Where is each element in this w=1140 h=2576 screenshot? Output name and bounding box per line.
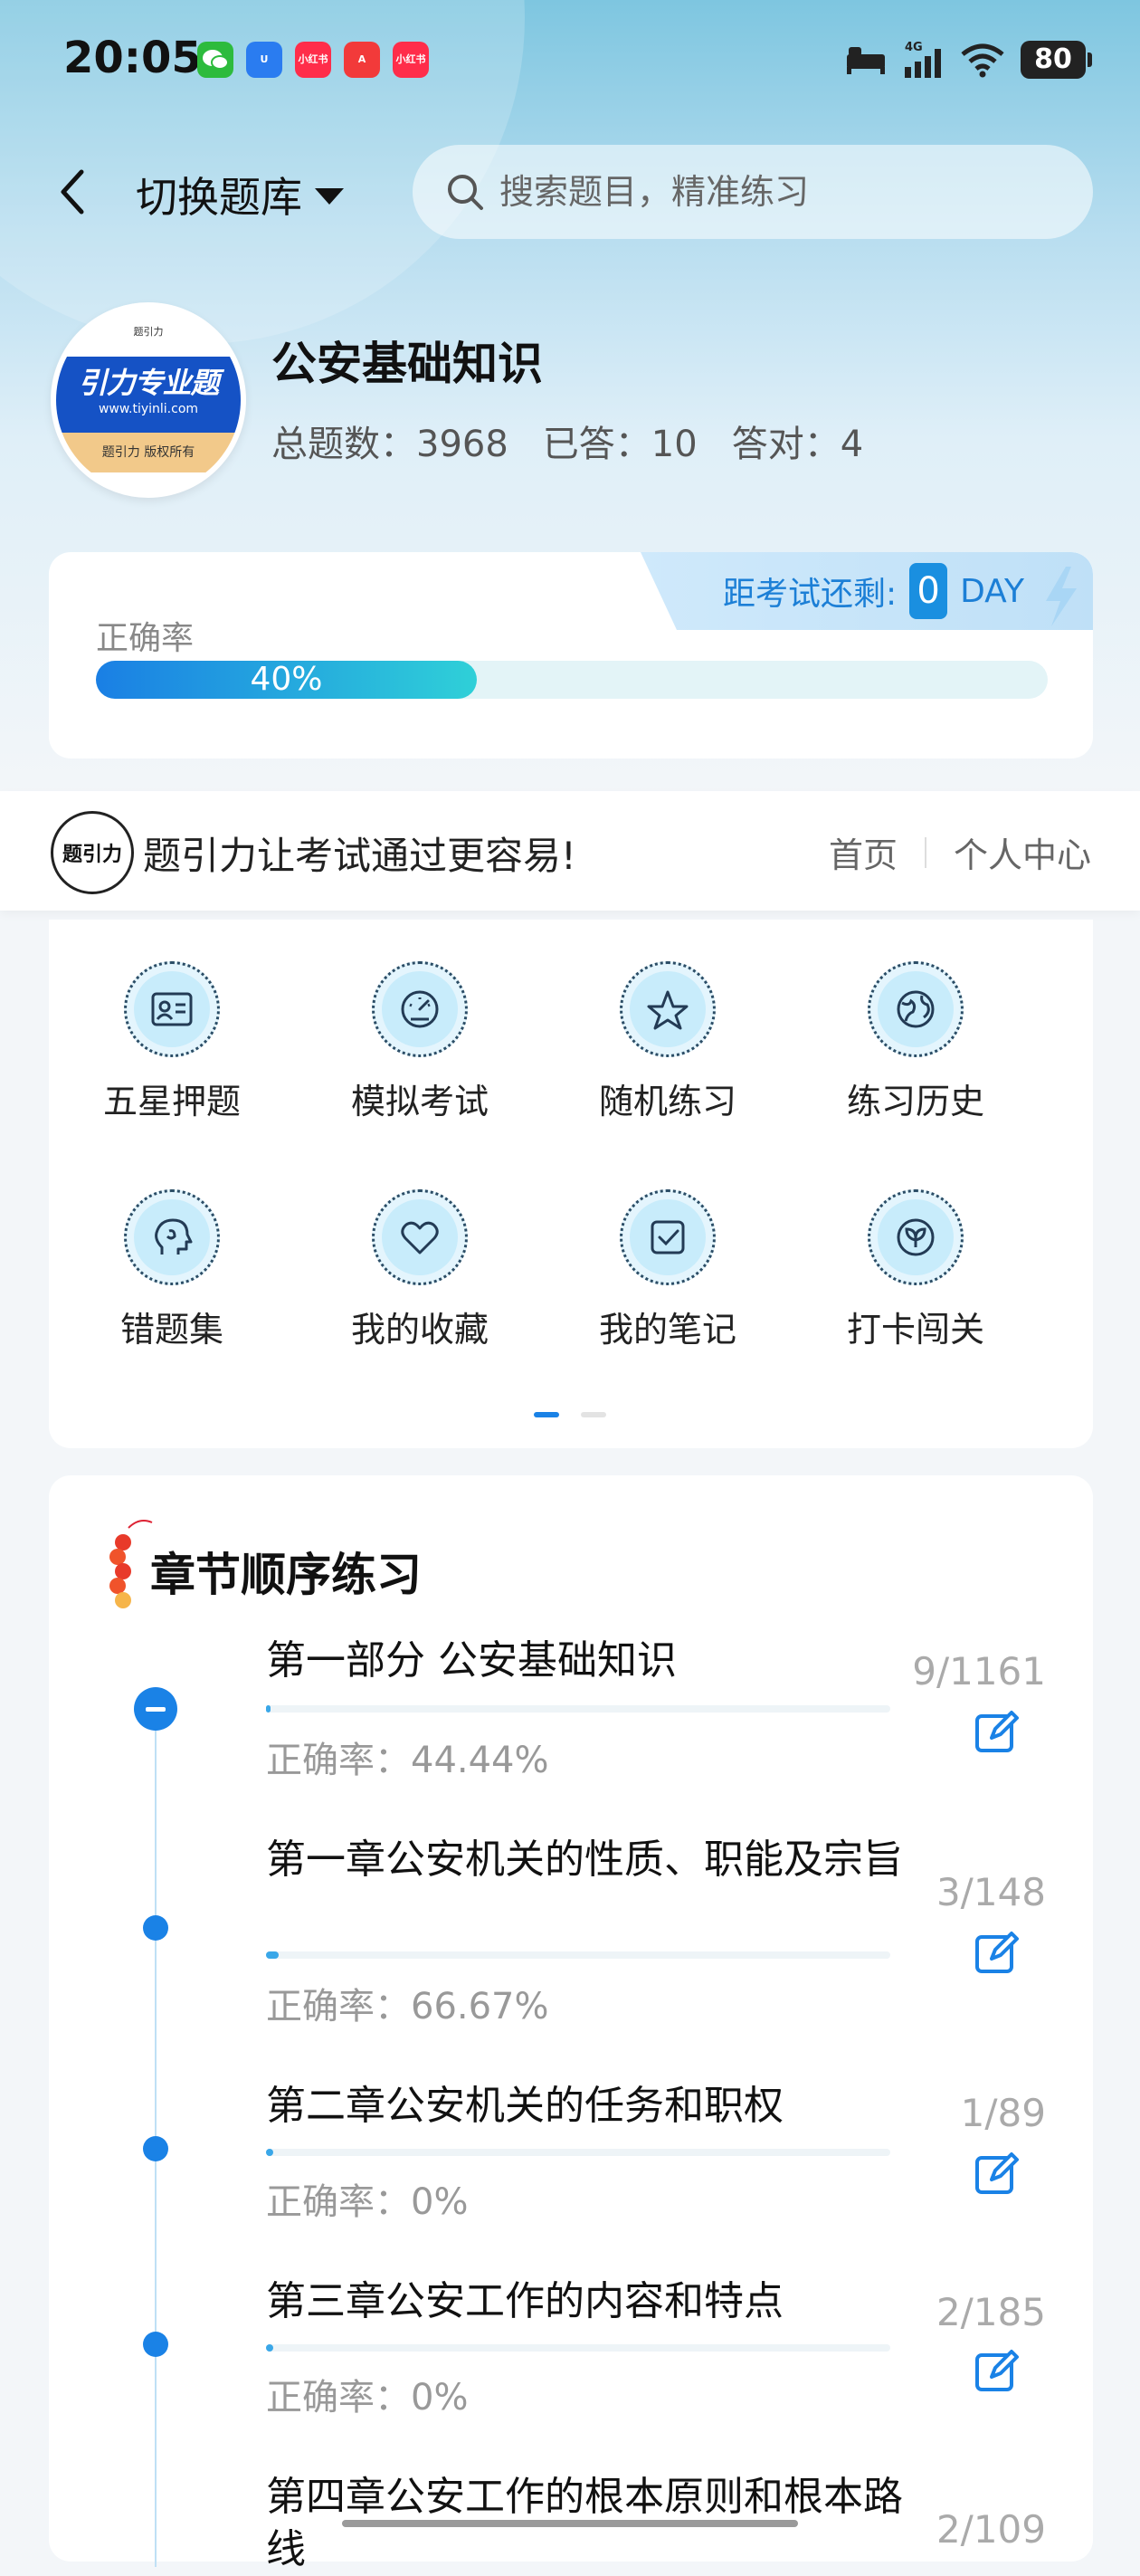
timeline-node: [143, 2136, 168, 2161]
menu-item-mock-exam[interactable]: 模拟考试: [297, 961, 543, 1123]
chapter-count: 2/185: [936, 2290, 1046, 2334]
checkbox-icon: [651, 1220, 685, 1255]
menu-item-favorites[interactable]: 我的收藏: [297, 1189, 543, 1351]
chapter-progress-bar: [266, 1705, 890, 1713]
feature-grid: 五星押题 模拟考试 随机练习 练习历史 错题集 我的收藏 我的笔记 打卡闯关: [49, 920, 1093, 1448]
leaf-badge-icon: [897, 1218, 935, 1256]
accuracy-card: 距考试还剩: 0 DAY 正确率 40%: [49, 552, 1093, 758]
search-bar[interactable]: [413, 145, 1093, 239]
switch-bank-label: 切换题库: [136, 173, 302, 222]
chapter-accuracy: 正确率：0%: [266, 2377, 469, 2419]
search-icon: [448, 175, 483, 210]
bank-stats: 总题数：3968 已答：10 答对：4: [271, 415, 863, 467]
chapter-progress-fill: [266, 1951, 279, 1959]
chapter-progress-fill: [266, 1705, 271, 1713]
bank-title: 公安基础知识: [271, 338, 543, 390]
edit-icon[interactable]: [972, 1707, 1022, 1758]
total-count: 总题数：3968: [271, 424, 508, 465]
u-app-icon: U: [246, 42, 282, 78]
nav-home-link[interactable]: 首页: [829, 827, 898, 877]
menu-item-random-practice[interactable]: 随机练习: [545, 961, 791, 1123]
edit-icon[interactable]: [972, 2346, 1022, 2397]
edit-icon[interactable]: [972, 2149, 1022, 2199]
chapter-accuracy: 正确率：44.44%: [266, 1740, 549, 1781]
menu-item-wrong-set[interactable]: 错题集: [49, 1189, 295, 1351]
chapter-accuracy: 正确率：66.67%: [266, 1986, 549, 2027]
correct-count: 答对：4: [731, 424, 864, 465]
brand-logo: 题引力: [51, 811, 134, 894]
chapter-name[interactable]: 第一部分 公安基础知识: [266, 1635, 936, 1687]
xiaohongshu-icon: 小红书: [295, 42, 331, 78]
exam-countdown: 距考试还剩: 0 DAY: [723, 552, 1024, 630]
bed-icon: [847, 47, 885, 74]
firecracker-icon: [109, 1520, 153, 1608]
battery-indicator: 80: [1021, 41, 1092, 79]
status-bar: 20:05 U 小红书 A 小红书 4G 80: [0, 0, 1140, 122]
switch-bank-dropdown[interactable]: 切换题库: [136, 165, 344, 224]
signal-icon: 4G: [905, 41, 941, 78]
wifi-icon: [961, 43, 1004, 78]
chapter-progress-bar: [266, 2344, 890, 2352]
chapter-count: 2/109: [936, 2507, 1046, 2552]
countdown-days: 0: [909, 563, 948, 619]
lightning-icon: [1046, 567, 1077, 626]
chapter-count: 9/1161: [912, 1649, 1046, 1693]
svg-text:4G: 4G: [905, 41, 923, 54]
home-indicator[interactable]: [342, 2520, 798, 2527]
chapter-name[interactable]: 第二章公安机关的任务和职权: [266, 2080, 936, 2132]
chapter-name[interactable]: 第一章公安机关的性质、职能及宗旨: [266, 1834, 936, 1886]
chapter-progress-fill: [266, 2149, 273, 2156]
chapter-accuracy: 正确率：0%: [266, 2181, 469, 2223]
wechat-icon: [197, 42, 233, 78]
chapter-name[interactable]: 第三章公安工作的内容和特点: [266, 2275, 936, 2328]
chapter-count: 3/148: [936, 1870, 1046, 1914]
menu-item-checkin[interactable]: 打卡闯关: [793, 1189, 1039, 1351]
menu-item-notes[interactable]: 我的笔记: [545, 1189, 791, 1351]
caret-down-icon: [315, 188, 344, 205]
accuracy-bar: 40%: [96, 661, 1048, 699]
chapter-progress-fill: [266, 2344, 273, 2352]
accuracy-percent: 40%: [250, 661, 323, 698]
menu-item-history[interactable]: 练习历史: [793, 961, 1039, 1123]
edit-icon[interactable]: [972, 1928, 1022, 1979]
collapse-node-icon[interactable]: [134, 1687, 177, 1731]
search-input[interactable]: [498, 171, 1062, 213]
chapter-progress-bar: [266, 2149, 890, 2156]
page-dot-active[interactable]: [534, 1412, 559, 1417]
answered-count: 已答：10: [542, 424, 698, 465]
bank-logo: 题引力 引力专业题 www.tiyinli.com 题引力 版权所有: [51, 302, 246, 498]
page-indicator: [534, 1412, 606, 1417]
chapter-progress-bar: [266, 1951, 890, 1959]
chapter-practice-section: 章节顺序练习 第一部分 公安基础知识 正确率：44.44% 9/1161 第一章…: [49, 1475, 1093, 2572]
heart-icon: [401, 1221, 439, 1255]
countdown-label: 距考试还剩:: [722, 576, 898, 613]
section-title: 章节顺序练习: [150, 1549, 422, 1601]
countdown-unit: DAY: [960, 572, 1024, 610]
chapter-count: 1/89: [960, 2091, 1046, 2135]
promo-banner: 题引力 题引力让考试通过更容易! 首页 个人中心: [0, 791, 1140, 911]
back-arrow-icon[interactable]: [52, 163, 92, 221]
star-network-icon: [647, 990, 689, 1030]
id-card-icon: [151, 992, 193, 1026]
timeline-node: [143, 2332, 168, 2357]
a-app-icon: A: [344, 42, 380, 78]
xiaohongshu-icon: 小红书: [393, 42, 429, 78]
menu-item-five-star[interactable]: 五星押题: [49, 961, 295, 1123]
slogan: 题引力让考试通过更容易!: [143, 834, 576, 878]
page-dot[interactable]: [581, 1412, 606, 1417]
head-icon: [155, 1218, 193, 1255]
globe-icon: [897, 990, 935, 1028]
accuracy-label: 正确率: [96, 620, 195, 657]
status-time: 20:05: [63, 33, 202, 83]
timeline-node: [143, 1915, 168, 1941]
speedometer-icon: [401, 990, 439, 1028]
nav-profile-link[interactable]: 个人中心: [954, 827, 1091, 877]
